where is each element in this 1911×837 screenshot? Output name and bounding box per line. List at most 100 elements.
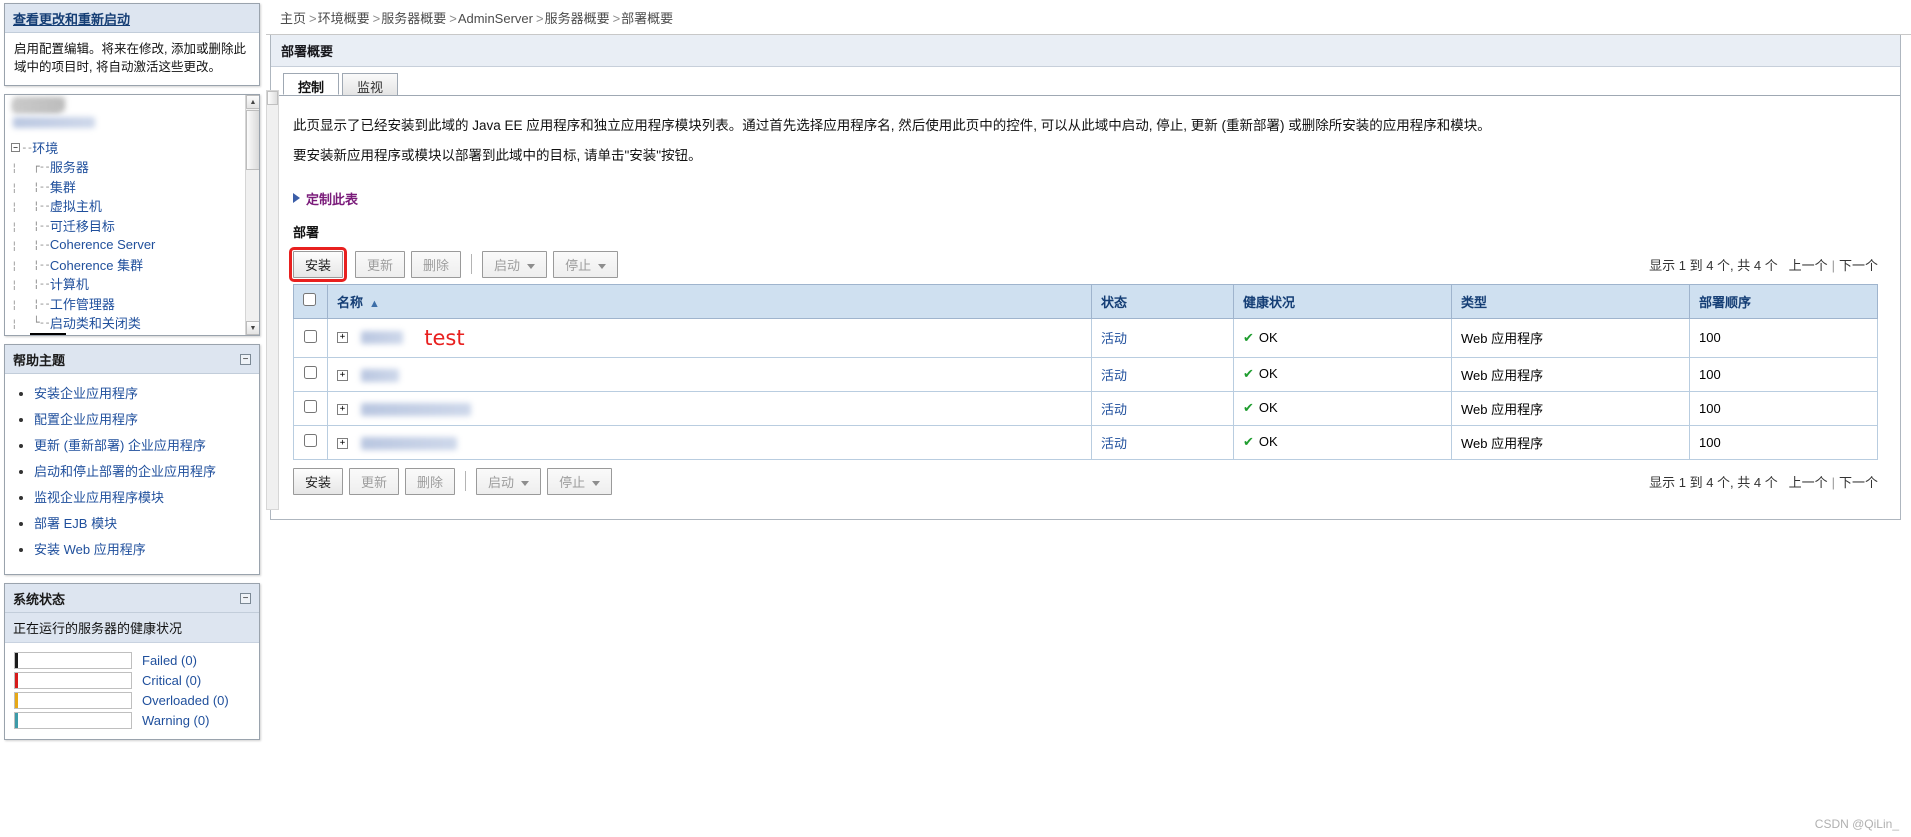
chevron-down-icon <box>592 480 601 486</box>
state-link[interactable]: 活动 <box>1101 402 1127 417</box>
expand-icon[interactable]: + <box>337 369 348 381</box>
help-topic-link[interactable]: 配置企业应用程序 <box>34 412 138 427</box>
tree-node-label[interactable]: 计算机 <box>50 274 89 293</box>
tree-node-label[interactable]: 工作管理器 <box>50 294 115 313</box>
tree-node-migratable-targets[interactable]: ¦ ¦-- 可迁移目标 <box>11 215 259 235</box>
tree-node-selected-deployments[interactable]: 部署 <box>29 332 66 336</box>
change-center-title[interactable]: 查看更改和重新启动 <box>13 9 130 28</box>
tree-node-servers[interactable]: ¦ ┌-- 服务器 <box>11 157 259 177</box>
health-label[interactable]: Overloaded (0) <box>142 693 229 708</box>
row-checkbox[interactable] <box>304 434 317 448</box>
help-topic-link[interactable]: 部署 EJB 模块 <box>34 516 117 531</box>
help-topic-link[interactable]: 安装企业应用程序 <box>34 386 138 401</box>
tree-node-startup-shutdown-classes[interactable]: ¦ └-- 启动类和关闭类 <box>11 313 259 333</box>
breadcrumb-item-servers-2[interactable]: 服务器概要 <box>545 11 610 26</box>
expand-icon[interactable]: + <box>337 332 348 344</box>
breadcrumb-item-servers[interactable]: 服务器概要 <box>381 11 446 26</box>
tree-node-label[interactable]: 环境 <box>32 138 58 157</box>
pagination-next-link[interactable]: 下一个 <box>1839 475 1878 490</box>
help-topic-link[interactable]: 启动和停止部署的企业应用程序 <box>34 464 216 479</box>
breadcrumb-item-adminserver[interactable]: AdminServer <box>458 11 533 26</box>
change-center-panel: 查看更改和重新启动 启用配置编辑。将来在修改, 添加或删除此域中的项目时, 将自… <box>4 3 260 87</box>
column-header-order[interactable]: 部署顺序 <box>1689 283 1878 319</box>
tab-control[interactable]: 控制 <box>283 73 340 95</box>
update-button[interactable]: 更新 <box>355 250 406 278</box>
deployment-name-test[interactable]: test <box>424 326 464 350</box>
pagination-summary: 显示 1 到 4 个, 共 4 个 <box>1649 474 1778 490</box>
tab-monitoring[interactable]: 监视 <box>342 73 399 95</box>
tree-toggle-icon[interactable]: − <box>11 142 20 152</box>
collapse-icon[interactable]: − <box>240 593 251 605</box>
scrollbar-thumb[interactable] <box>267 91 278 105</box>
tree-node-work-managers[interactable]: ¦ ¦-- 工作管理器 <box>11 293 259 313</box>
help-topic-link[interactable]: 安装 Web 应用程序 <box>34 542 146 557</box>
tree-node-label[interactable]: Coherence 集群 <box>50 255 143 274</box>
select-all-checkbox[interactable] <box>303 293 316 307</box>
deployments-table: 名称 ▲ 状态 健康状况 类型 部署顺序 + test 活动 ✔ OK Web … <box>293 283 1878 460</box>
domain-tree-scrollbar[interactable]: ▲ ▼ <box>245 95 259 336</box>
start-menu-button[interactable]: 启动 <box>482 250 548 278</box>
state-link[interactable]: 活动 <box>1101 368 1127 383</box>
tree-node-deployments[interactable]: ¦-- 部署 <box>11 332 259 336</box>
domain-tree-scroll-area[interactable]: − -- 环境 ¦ ┌-- 服务器 ¦ ¦-- 集群 ¦ ¦-- 虚拟主机 ¦ … <box>5 95 259 336</box>
stop-menu-button-bottom[interactable]: 停止 <box>547 467 613 495</box>
tree-node-label[interactable]: 部署 <box>35 335 61 336</box>
column-header-health[interactable]: 健康状况 <box>1233 283 1452 319</box>
install-button-bottom[interactable]: 安装 <box>293 467 344 495</box>
delete-button-bottom[interactable]: 删除 <box>405 467 456 495</box>
breadcrumb-separator: > <box>535 11 544 26</box>
health-ok-icon: ✔ <box>1243 434 1254 450</box>
row-checkbox[interactable] <box>304 366 317 380</box>
row-checkbox[interactable] <box>304 329 317 343</box>
pagination-next-link[interactable]: 下一个 <box>1839 258 1878 273</box>
pagination-prev-link[interactable]: 上一个 <box>1789 475 1828 490</box>
tree-node-coherence-clusters[interactable]: ¦ ¦-- Coherence 集群 <box>11 254 259 274</box>
tree-node-coherence-server[interactable]: ¦ ¦-- Coherence Server <box>11 235 259 255</box>
tree-node-machines[interactable]: ¦ ¦-- 计算机 <box>11 274 259 294</box>
scroll-down-icon[interactable]: ▼ <box>246 321 259 336</box>
tree-node-virtual-hosts[interactable]: ¦ ¦-- 虚拟主机 <box>11 196 259 216</box>
health-label[interactable]: Warning (0) <box>142 713 209 728</box>
tree-node-label[interactable]: 启动类和关闭类 <box>50 313 141 332</box>
customize-table-link[interactable]: 定制此表 <box>293 189 1882 208</box>
tree-node-label[interactable]: 集群 <box>50 177 76 196</box>
expand-icon[interactable]: + <box>337 403 348 415</box>
tree-node-label[interactable]: 虚拟主机 <box>50 196 102 215</box>
update-button-bottom[interactable]: 更新 <box>349 467 400 495</box>
health-label[interactable]: Failed (0) <box>142 653 197 668</box>
pagination-prev-link[interactable]: 上一个 <box>1789 258 1828 273</box>
health-label[interactable]: Critical (0) <box>142 673 201 688</box>
collapse-icon[interactable]: − <box>240 354 251 366</box>
stop-menu-button[interactable]: 停止 <box>553 250 619 278</box>
tree-node-huanjing[interactable]: − -- 环境 <box>11 137 259 157</box>
breadcrumb-item-environment[interactable]: 环境概要 <box>318 11 370 26</box>
expand-icon[interactable]: + <box>337 437 348 449</box>
scrollbar-thumb[interactable] <box>246 110 259 171</box>
table-toolbar-top: 安装 更新 删除 启动 停止 显示 1 到 4 个, 共 4 个 上一个 | 下一个 <box>288 246 1878 284</box>
help-topic-link[interactable]: 监视企业应用程序模块 <box>34 490 164 505</box>
breadcrumb-separator: > <box>309 11 317 26</box>
install-button[interactable]: 安装 <box>288 246 348 282</box>
row-name-cell: + <box>327 424 1092 460</box>
column-header-state[interactable]: 状态 <box>1091 283 1234 319</box>
tree-node-clusters[interactable]: ¦ ¦-- 集群 <box>11 176 259 196</box>
chevron-right-icon <box>293 193 300 204</box>
tree-node-label[interactable]: 服务器 <box>50 157 89 176</box>
column-header-type[interactable]: 类型 <box>1451 283 1690 319</box>
state-link[interactable]: 活动 <box>1101 436 1127 451</box>
state-link[interactable]: 活动 <box>1101 331 1127 346</box>
column-header-name[interactable]: 名称 ▲ <box>327 283 1092 319</box>
delete-button[interactable]: 删除 <box>411 250 462 278</box>
tree-node-label[interactable]: 可迁移目标 <box>50 216 115 235</box>
start-menu-button-bottom[interactable]: 启动 <box>476 467 542 495</box>
help-topic-link[interactable]: 更新 (重新部署) 企业应用程序 <box>34 438 206 453</box>
scroll-up-icon[interactable]: ▲ <box>246 95 259 110</box>
breadcrumb-item-home[interactable]: 主页 <box>280 11 306 26</box>
row-checkbox[interactable] <box>304 400 317 414</box>
system-status-header: 系统状态 − <box>5 584 259 614</box>
tree-node-label[interactable]: Coherence Server <box>50 237 156 252</box>
content-scrollbar[interactable] <box>266 90 279 510</box>
breadcrumb-item-deployments[interactable]: 部署概要 <box>621 11 673 26</box>
redacted-name <box>360 368 399 382</box>
row-health-cell: ✔ OK <box>1233 356 1452 392</box>
